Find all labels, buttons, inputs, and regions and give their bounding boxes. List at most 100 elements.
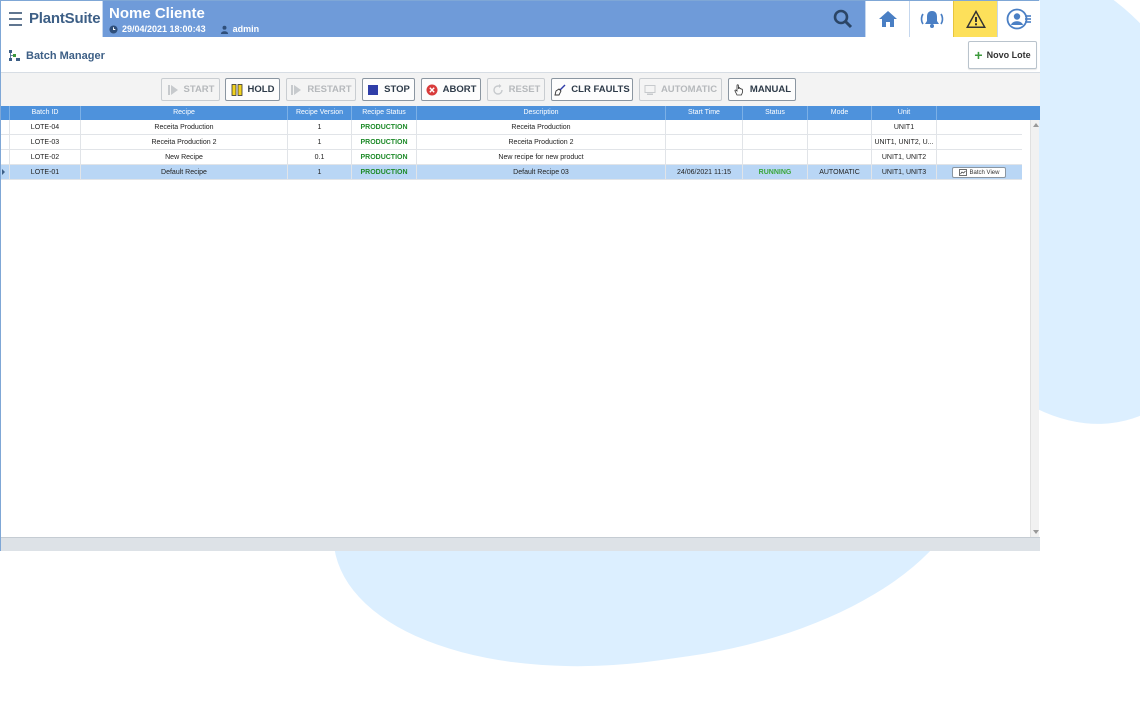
grid-header: Batch ID Recipe Recipe Version Recipe St… [1,106,1040,120]
header-bar: PlantSuite Nome Cliente 29/04/2021 18:00… [1,1,1040,37]
col-unit[interactable]: Unit [872,106,937,120]
manual-button[interactable]: MANUAL [728,78,796,101]
hold-label: HOLD [247,84,275,95]
user-menu-button[interactable] [997,1,1040,37]
col-start-time[interactable]: Start Time [666,106,743,120]
cell-unit: UNIT1 [872,120,937,135]
cell-actions [937,135,1022,150]
cell-description: Receita Production [417,120,666,135]
restart-button[interactable]: RESTART [286,78,356,101]
stop-icon [368,84,379,95]
table-row[interactable]: LOTE-03 Receita Production 2 1 PRODUCTIO… [1,135,1022,150]
play-icon [291,84,302,95]
table-row[interactable]: LOTE-04 Receita Production 1 PRODUCTION … [1,120,1022,135]
cell-recipe-status: PRODUCTION [352,135,417,150]
col-actions [937,106,1040,120]
new-batch-button[interactable]: + Novo Lote [968,41,1037,69]
cell-recipe: Default Recipe [81,165,288,180]
cell-unit: UNIT1, UNIT2, U... [872,135,937,150]
col-recipe-version[interactable]: Recipe Version [288,106,352,120]
table-row[interactable]: LOTE-02 New Recipe 0.1 PRODUCTION New re… [1,150,1022,165]
abort-button[interactable]: ABORT [421,78,481,101]
cell-status [743,120,808,135]
cell-actions [937,150,1022,165]
batch-view-icon [958,169,967,176]
reset-icon [492,83,503,95]
col-mode[interactable]: Mode [808,106,872,120]
automatic-icon [644,84,656,95]
cell-unit: UNIT1, UNIT3 [872,165,937,180]
cell-recipe: Receita Production [81,120,288,135]
start-button[interactable]: START [161,78,220,101]
cell-recipe: New Recipe [81,150,288,165]
reset-label: RESET [508,84,541,95]
user-icon [220,25,228,34]
cell-recipe-status: PRODUCTION [352,165,417,180]
reset-button[interactable]: RESET [487,78,545,101]
page-titlebar: Batch Manager + Novo Lote [1,37,1040,73]
col-batch-id[interactable]: Batch ID [10,106,81,120]
clock-icon [109,24,118,34]
horizontal-scrollbar[interactable] [1,537,1040,551]
cell-status [743,150,808,165]
manual-label: MANUAL [749,84,792,95]
row-indicator [1,165,10,180]
plus-icon: + [974,47,983,63]
table-row-selected[interactable]: LOTE-01 Default Recipe 1 PRODUCTION Defa… [1,165,1022,180]
clear-faults-button[interactable]: CLR FAULTS [551,78,633,101]
cell-recipe: Receita Production 2 [81,135,288,150]
search-button[interactable] [821,1,865,37]
cell-version: 1 [288,135,352,150]
cell-start-time [666,150,743,165]
vertical-scrollbar[interactable] [1030,120,1039,537]
warning-button[interactable] [953,1,997,37]
new-batch-label: Novo Lote [986,50,1031,60]
cell-mode [808,135,872,150]
command-toolbar: START HOLD RESTART STOP ABORT RESET CLR … [1,73,1040,106]
bell-icon [920,11,943,28]
scroll-down-icon[interactable] [1033,530,1039,534]
page-title: Batch Manager [26,50,105,62]
row-indicator [1,150,10,165]
automatic-button[interactable]: AUTOMATIC [639,78,722,101]
col-description[interactable]: Description [417,106,666,120]
header-datetime: 29/04/2021 18:00:43 [122,24,206,34]
cell-start-time: 24/06/2021 11:15 [666,165,743,180]
row-indicator [1,135,10,150]
col-recipe[interactable]: Recipe [81,106,288,120]
cell-actions [937,120,1022,135]
batch-view-button[interactable]: Batch View [952,167,1006,178]
alarm-button[interactable] [909,1,953,37]
cell-batch-id: LOTE-01 [10,165,81,180]
clear-faults-label: CLR FAULTS [571,84,630,95]
stop-button[interactable]: STOP [362,78,415,101]
cell-batch-id: LOTE-03 [10,135,81,150]
restart-label: RESTART [307,84,352,95]
hamburger-icon[interactable] [9,12,22,26]
header-user: admin [232,24,260,34]
col-recipe-status[interactable]: Recipe Status [352,106,417,120]
warning-icon [965,10,986,28]
clear-faults-icon [554,84,566,95]
scroll-up-icon[interactable] [1033,123,1039,127]
cell-mode [808,150,872,165]
cell-version: 1 [288,165,352,180]
cell-recipe-status: PRODUCTION [352,120,417,135]
brand-area: PlantSuite [1,1,103,37]
row-indicator [1,120,10,135]
brand-name: PlantSuite [29,10,101,27]
app-window: PlantSuite Nome Cliente 29/04/2021 18:00… [0,0,1040,551]
abort-icon [426,84,438,95]
hold-button[interactable]: HOLD [225,78,280,101]
batch-icon [9,50,20,61]
home-button[interactable] [865,1,909,37]
cell-mode: AUTOMATIC [808,165,872,180]
home-icon [878,11,897,27]
batch-view-label: Batch View [969,169,1000,176]
col-status[interactable]: Status [743,106,808,120]
cell-description: New recipe for new product [417,150,666,165]
cell-version: 0.1 [288,150,352,165]
cell-unit: UNIT1, UNIT2 [872,150,937,165]
manual-icon [734,83,743,95]
cell-status [743,135,808,150]
